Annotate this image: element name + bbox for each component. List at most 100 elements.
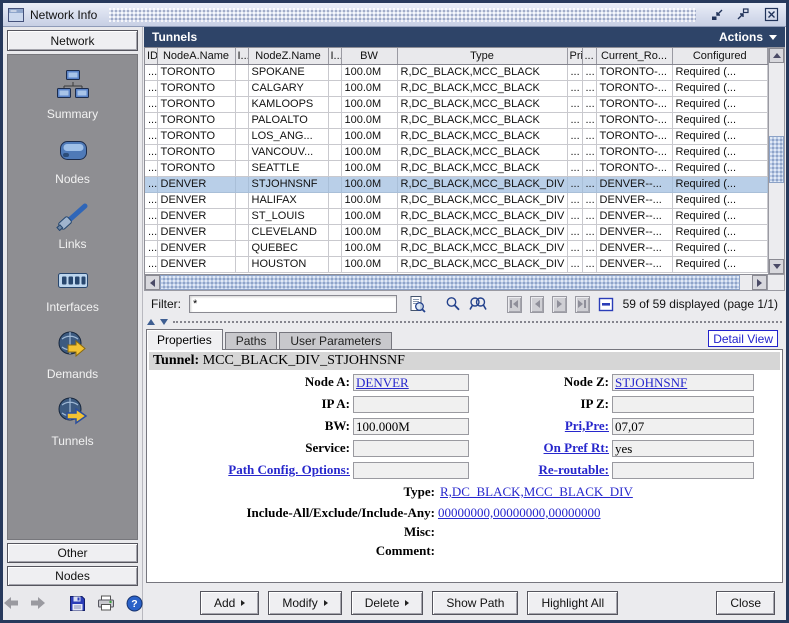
table-row[interactable]: ...TORONTOSPOKANE100.0MR,DC_BLACK,MCC_BL… xyxy=(145,64,768,80)
column-header[interactable]: Current_Ro... xyxy=(596,48,672,64)
modify-button[interactable]: Modify xyxy=(268,591,341,615)
table-row[interactable]: ...TORONTOKAMLOOPS100.0MR,DC_BLACK,MCC_B… xyxy=(145,96,768,112)
search-plus-icon[interactable] xyxy=(469,295,487,313)
column-header[interactable]: Pri xyxy=(567,48,582,64)
print-icon[interactable] xyxy=(97,594,115,612)
first-page-button[interactable] xyxy=(507,296,522,313)
table-cell: DENVER--... xyxy=(596,192,672,208)
column-header[interactable]: Type xyxy=(397,48,567,64)
sidebar-tab-network[interactable]: Network xyxy=(7,30,138,51)
sidebar-item-summary[interactable]: Summary xyxy=(8,69,137,121)
re-routable-link-label[interactable]: Re-routable: xyxy=(469,462,612,478)
prev-page-button[interactable] xyxy=(530,296,545,313)
scroll-right-button[interactable] xyxy=(752,275,767,290)
table-cell: Required (... xyxy=(672,208,768,224)
sidebar-item-interfaces[interactable]: Interfaces xyxy=(8,266,137,314)
delete-button[interactable]: Delete xyxy=(351,591,424,615)
filter-input[interactable] xyxy=(189,295,397,313)
table-cell: ... xyxy=(582,64,596,80)
actions-menu-button[interactable]: Actions xyxy=(719,30,777,44)
column-header[interactable]: Configured xyxy=(672,48,768,64)
table-cell: DENVER--... xyxy=(596,256,672,272)
table-row[interactable]: ...DENVERST_LOUIS100.0MR,DC_BLACK,MCC_BL… xyxy=(145,208,768,224)
sidebar-toolbar: ? xyxy=(5,586,140,620)
sidebar-item-links[interactable]: Links xyxy=(8,201,137,251)
sidebar-item-label: Summary xyxy=(47,107,98,121)
sidebar-item-demands[interactable]: Demands xyxy=(8,329,137,381)
column-header[interactable]: I... xyxy=(328,48,341,64)
include-values-link[interactable]: 00000000,00000000,00000000 xyxy=(438,505,601,521)
save-icon[interactable] xyxy=(69,594,86,612)
type-link[interactable]: R,DC_BLACK,MCC_BLACK_DIV xyxy=(440,484,633,500)
page-list-icon[interactable] xyxy=(598,295,615,313)
table-cell: ... xyxy=(567,192,582,208)
column-header[interactable]: ID xyxy=(145,48,157,64)
table-row[interactable]: ...DENVERCLEVELAND100.0MR,DC_BLACK,MCC_B… xyxy=(145,224,768,240)
table-row[interactable]: ...TORONTOCALGARY100.0MR,DC_BLACK,MCC_BL… xyxy=(145,80,768,96)
column-header[interactable]: ... xyxy=(582,48,596,64)
vertical-scroll-track[interactable] xyxy=(769,63,784,259)
horizontal-scrollbar[interactable] xyxy=(144,275,768,291)
close-button[interactable]: Close xyxy=(716,591,775,615)
back-button[interactable] xyxy=(3,594,19,612)
search-icon[interactable] xyxy=(444,295,461,313)
on-pref-rt-link-label[interactable]: On Pref Rt: xyxy=(469,440,612,456)
add-button[interactable]: Add xyxy=(200,591,259,615)
table-row[interactable]: ...TORONTOVANCOUV...100.0MR,DC_BLACK,MCC… xyxy=(145,144,768,160)
table-cell: ... xyxy=(567,80,582,96)
table-row[interactable]: ...TORONTOPALOALTO100.0MR,DC_BLACK,MCC_B… xyxy=(145,112,768,128)
pri-pre-link-label[interactable]: Pri,Pre: xyxy=(469,418,612,434)
horizontal-scroll-thumb[interactable] xyxy=(160,275,740,290)
table-row[interactable]: ...DENVERHALIFAX100.0MR,DC_BLACK,MCC_BLA… xyxy=(145,192,768,208)
table-row[interactable]: ...TORONTOSEATTLE100.0MR,DC_BLACK,MCC_BL… xyxy=(145,160,768,176)
minimize-button[interactable] xyxy=(708,6,727,24)
scroll-down-button[interactable] xyxy=(769,259,784,274)
column-header[interactable]: NodeA.Name xyxy=(157,48,235,64)
help-icon[interactable]: ? xyxy=(126,594,143,612)
table-cell: TORONTO-... xyxy=(596,64,672,80)
node-z-link[interactable]: STJOHNSNF xyxy=(615,375,687,390)
vertical-scrollbar[interactable] xyxy=(768,47,785,275)
node-z-field: STJOHNSNF xyxy=(612,374,754,391)
sidebar-nav-panel: Summary Nodes xyxy=(7,54,138,540)
table-row[interactable]: ...DENVERSTJOHNSNF100.0MR,DC_BLACK,MCC_B… xyxy=(145,176,768,192)
preview-search-icon[interactable] xyxy=(409,295,426,313)
ip-z-label: IP Z: xyxy=(469,396,612,412)
table-cell: ... xyxy=(145,192,157,208)
tab-properties[interactable]: Properties xyxy=(146,329,223,350)
collapse-down-icon[interactable] xyxy=(160,319,168,325)
sidebar-tab-nodes[interactable]: Nodes xyxy=(7,566,138,586)
highlight-all-button[interactable]: Highlight All xyxy=(527,591,618,615)
column-header[interactable]: I... xyxy=(235,48,248,64)
vertical-scroll-thumb[interactable] xyxy=(769,136,784,183)
scroll-left-button[interactable] xyxy=(145,275,160,290)
maximize-button[interactable] xyxy=(733,6,752,24)
sidebar-item-tunnels[interactable]: Tunnels xyxy=(8,396,137,448)
next-page-button[interactable] xyxy=(552,296,567,313)
close-window-button[interactable] xyxy=(762,6,781,24)
tab-user-parameters[interactable]: User Parameters xyxy=(279,332,392,349)
scroll-up-button[interactable] xyxy=(769,48,784,63)
show-path-button[interactable]: Show Path xyxy=(432,591,518,615)
detail-view-link[interactable]: Detail View xyxy=(708,330,778,347)
table-cell: ... xyxy=(567,256,582,272)
last-page-button[interactable] xyxy=(575,296,590,313)
table-cell: TORONTO xyxy=(157,160,235,176)
path-config-options-link-label[interactable]: Path Config. Options: xyxy=(149,462,353,478)
tab-paths[interactable]: Paths xyxy=(225,332,278,349)
collapse-up-icon[interactable] xyxy=(147,319,155,325)
table-row[interactable]: ...DENVERHOUSTON100.0MR,DC_BLACK,MCC_BLA… xyxy=(145,256,768,272)
sidebar-item-nodes[interactable]: Nodes xyxy=(8,136,137,186)
table-cell: R,DC_BLACK,MCC_BLACK_DIV xyxy=(397,256,567,272)
table-row[interactable]: ...TORONTOLOS_ANG...100.0MR,DC_BLACK,MCC… xyxy=(145,128,768,144)
column-header[interactable]: NodeZ.Name xyxy=(248,48,328,64)
column-header[interactable]: BW xyxy=(341,48,397,64)
split-pane-divider[interactable] xyxy=(144,317,785,326)
table-row[interactable]: ...DENVERQUEBEC100.0MR,DC_BLACK,MCC_BLAC… xyxy=(145,240,768,256)
sidebar-tab-other[interactable]: Other xyxy=(7,543,138,563)
horizontal-scroll-track[interactable] xyxy=(160,275,752,290)
forward-button[interactable] xyxy=(30,594,46,612)
ip-a-label: IP A: xyxy=(149,396,353,412)
node-a-link[interactable]: DENVER xyxy=(356,375,409,390)
window-titlebar[interactable]: Network Info xyxy=(3,3,786,27)
